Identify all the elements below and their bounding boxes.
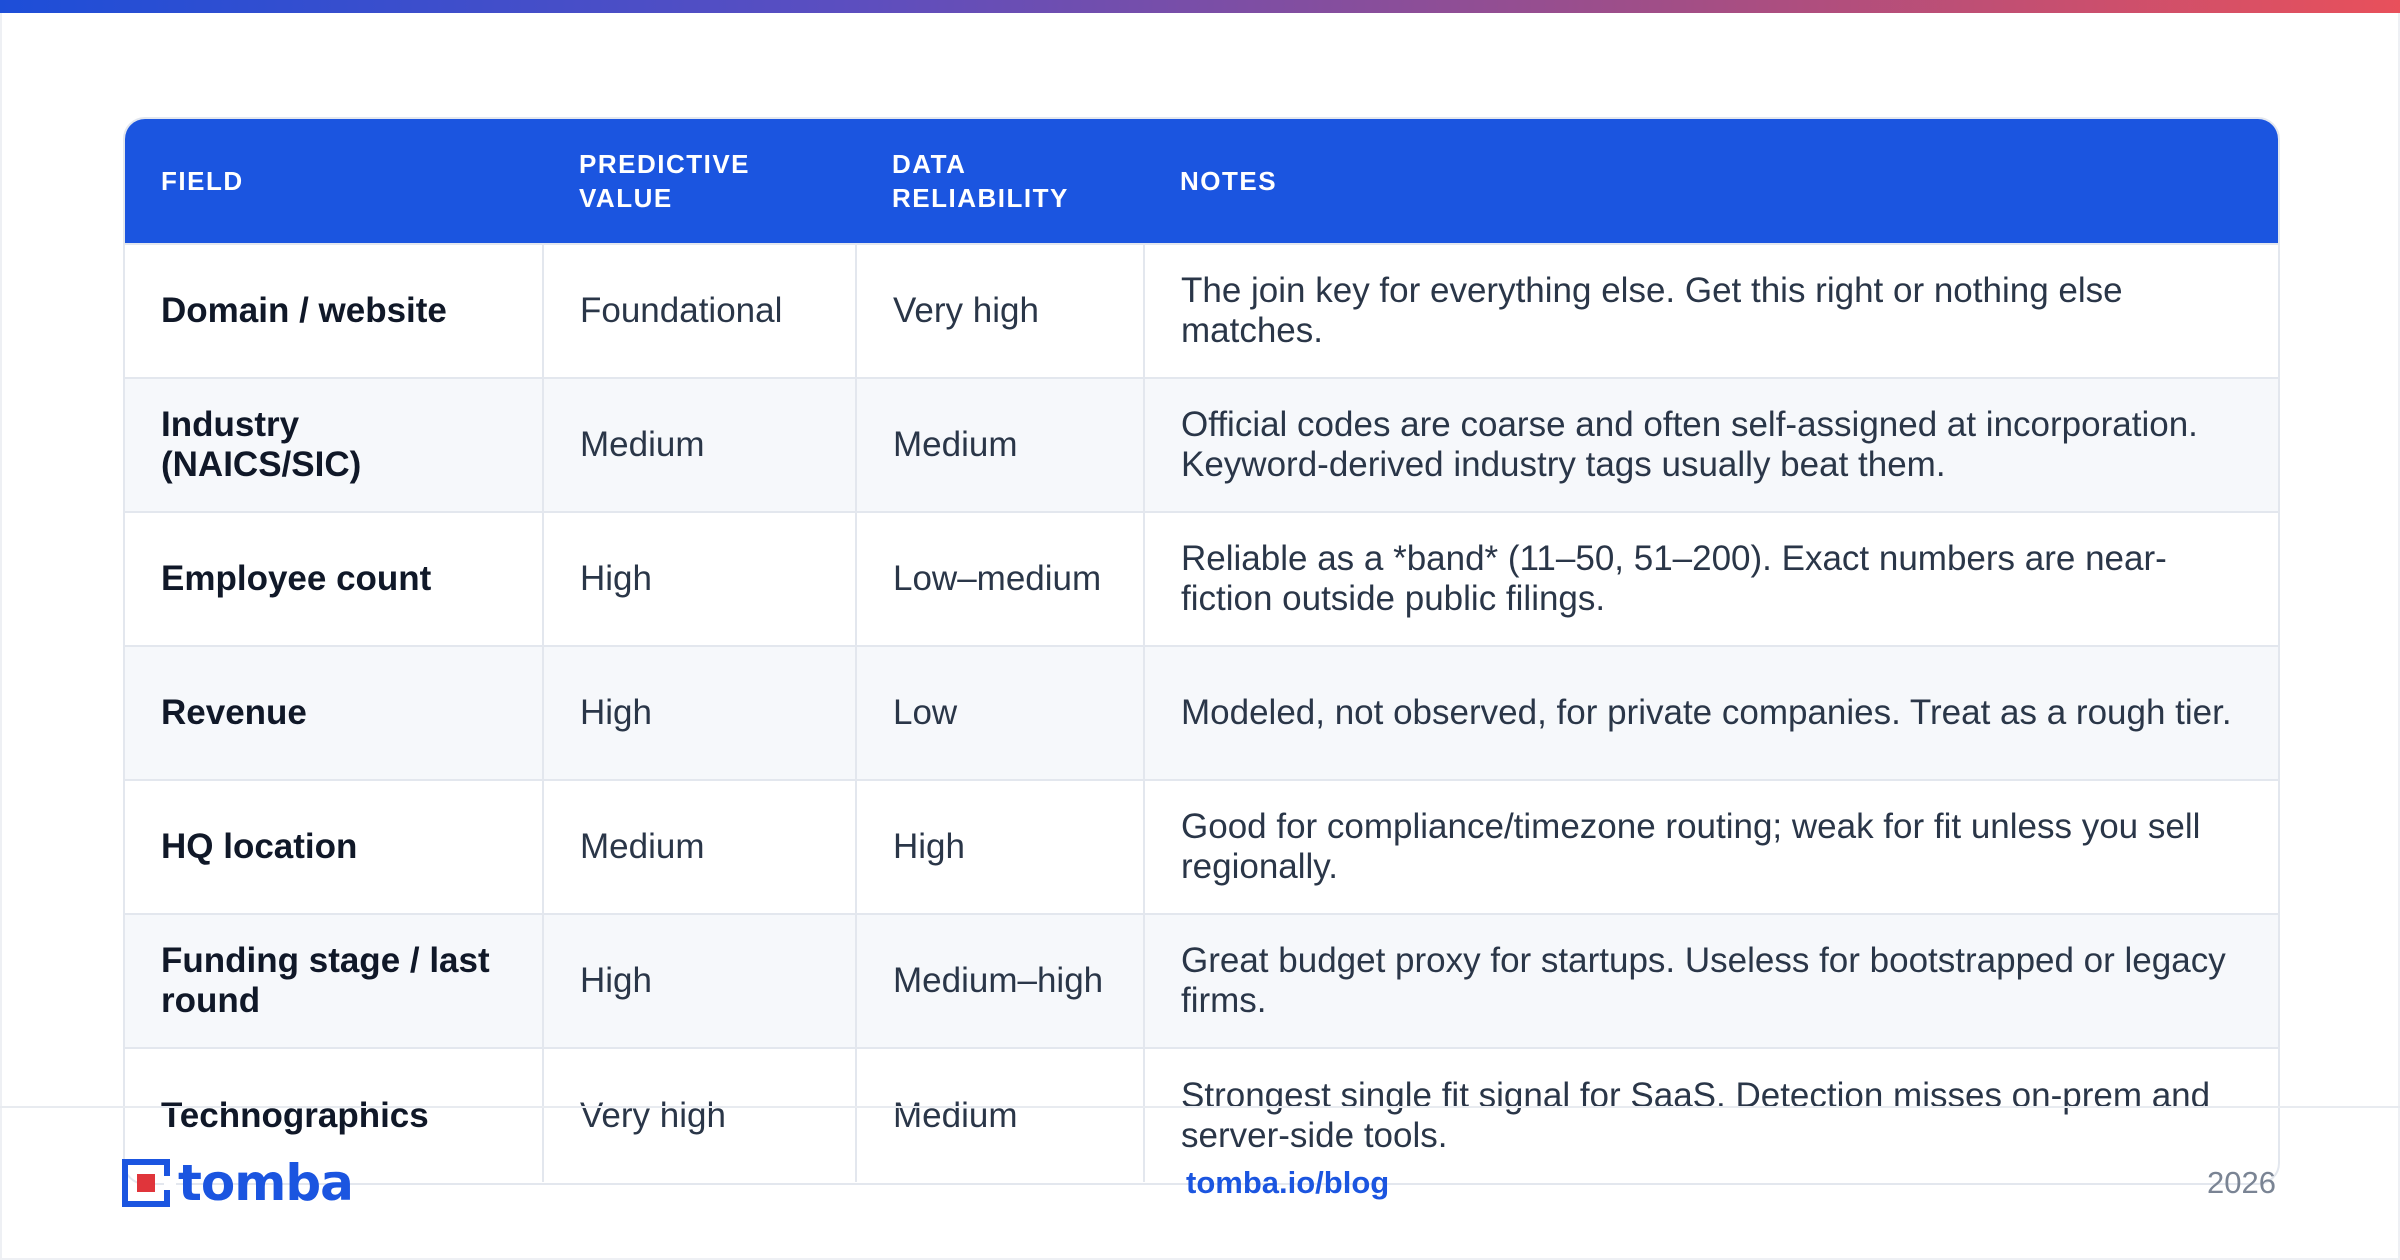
cell-reliability: High xyxy=(855,779,1144,914)
cell-notes: Great budget proxy for startups. Useless… xyxy=(1143,913,2278,1048)
cell-field: Employee count xyxy=(125,511,543,646)
cell-field: Domain / website xyxy=(125,243,543,378)
table-row: Revenue High Low Modeled, not observed, … xyxy=(125,645,2278,780)
header-notes: NOTES xyxy=(1180,166,1278,196)
table-header-row: FIELD PREDICTIVE VALUE DATA RELIABILITY … xyxy=(125,119,2278,244)
cell-notes: Modeled, not observed, for private compa… xyxy=(1143,645,2278,780)
table-row: Employee count High Low–medium Reliable … xyxy=(125,511,2278,646)
cell-reliability: Very high xyxy=(855,243,1144,378)
tomba-logo[interactable]: tomba xyxy=(122,1154,354,1212)
table-row: Domain / website Foundational Very high … xyxy=(125,243,2278,378)
cell-notes: Official codes are coarse and often self… xyxy=(1143,377,2278,512)
comparison-table-card: FIELD PREDICTIVE VALUE DATA RELIABILITY … xyxy=(123,117,2280,1185)
cell-notes: Strongest single fit signal for SaaS. De… xyxy=(1143,1047,2278,1182)
cell-notes: Reliable as a *band* (11–50, 51–200). Ex… xyxy=(1143,511,2278,646)
header-field: FIELD xyxy=(161,166,244,196)
blog-link[interactable]: tomba.io/blog xyxy=(1186,1165,1389,1201)
table-row: Funding stage / last round High Medium–h… xyxy=(125,913,2278,1048)
cell-reliability: Medium xyxy=(855,1047,1144,1182)
footer-divider xyxy=(0,1106,2400,1108)
cell-predictive: High xyxy=(542,913,856,1048)
cell-predictive: High xyxy=(542,511,856,646)
table-row: Industry (NAICS/SIC) Medium Medium Offic… xyxy=(125,377,2278,512)
cell-reliability: Medium xyxy=(855,377,1144,512)
cell-field: HQ location xyxy=(125,779,543,914)
logo-wordmark: tomba xyxy=(178,1154,354,1212)
comparison-table: FIELD PREDICTIVE VALUE DATA RELIABILITY … xyxy=(125,119,2278,1182)
header-data-reliability: DATA RELIABILITY xyxy=(892,149,1069,213)
cell-reliability: Low xyxy=(855,645,1144,780)
cell-predictive: High xyxy=(542,645,856,780)
cell-reliability: Medium–high xyxy=(855,913,1144,1048)
table-row: Technographics Very high Medium Stronges… xyxy=(125,1047,2278,1182)
tomba-logo-icon xyxy=(122,1159,176,1207)
top-gradient-bar xyxy=(0,0,2400,13)
cell-predictive: Foundational xyxy=(542,243,856,378)
cell-field: Funding stage / last round xyxy=(125,913,543,1048)
cell-predictive: Medium xyxy=(542,377,856,512)
cell-field: Revenue xyxy=(125,645,543,780)
header-predictive-value: PREDICTIVE VALUE xyxy=(579,149,751,213)
cell-field: Industry (NAICS/SIC) xyxy=(125,377,543,512)
cell-predictive: Very high xyxy=(542,1047,856,1182)
footer-year: 2026 xyxy=(2207,1165,2276,1200)
cell-reliability: Low–medium xyxy=(855,511,1144,646)
cell-notes: The join key for everything else. Get th… xyxy=(1143,243,2278,378)
cell-predictive: Medium xyxy=(542,779,856,914)
cell-notes: Good for compliance/timezone routing; we… xyxy=(1143,779,2278,914)
table-row: HQ location Medium High Good for complia… xyxy=(125,779,2278,914)
